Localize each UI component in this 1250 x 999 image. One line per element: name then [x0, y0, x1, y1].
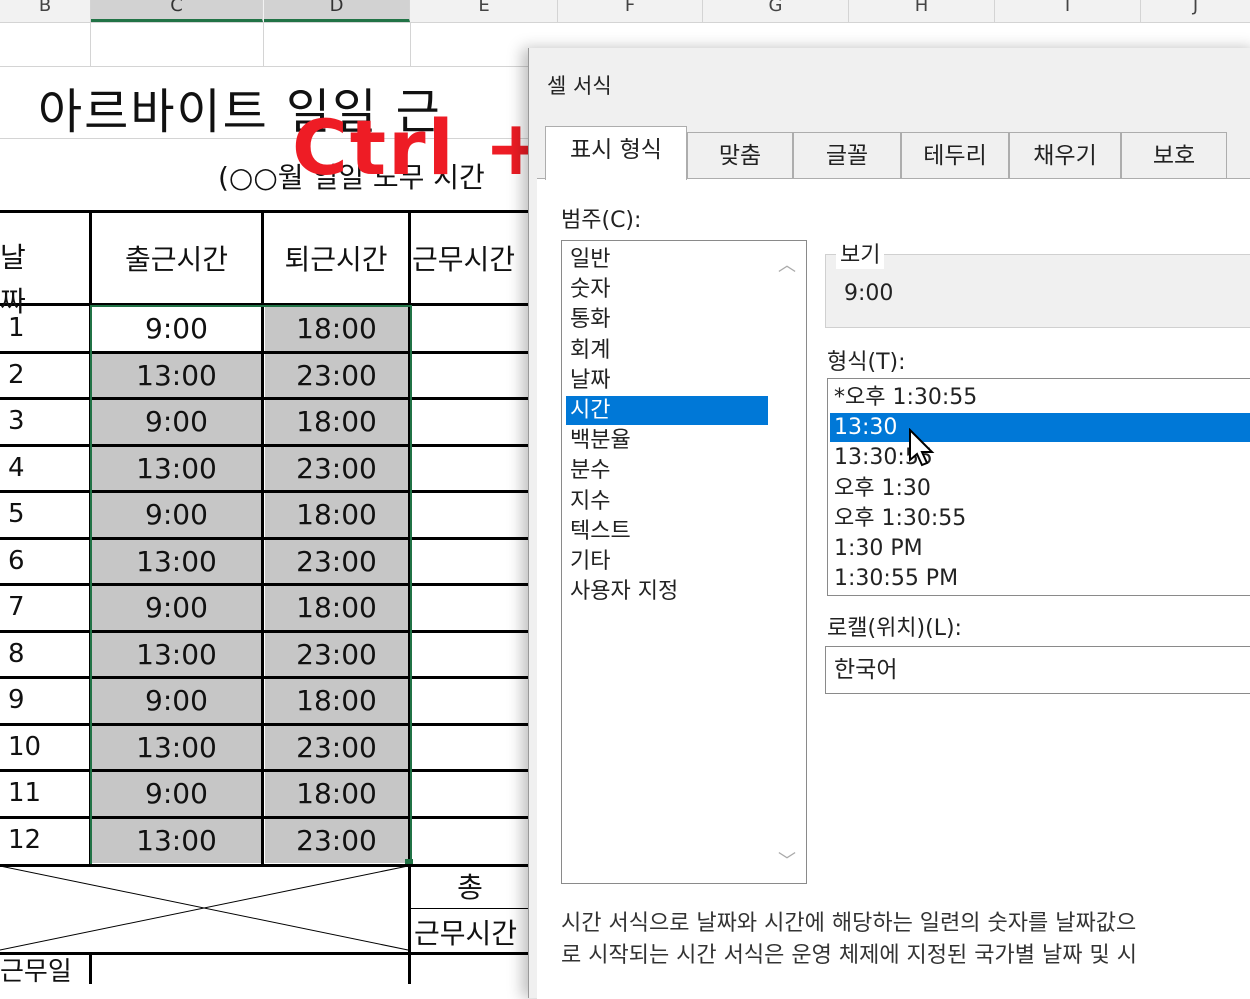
description-line: 로 시작되는 시간 서식은 운영 체제에 지정된 국가별 날짜 및 시	[561, 943, 1137, 968]
diagonal-cross	[0, 866, 409, 951]
row-day-number[interactable]: 10	[8, 725, 41, 769]
row-day-number[interactable]: 5	[8, 492, 25, 536]
column-header-d[interactable]: D	[264, 0, 410, 22]
grid-line	[410, 22, 411, 66]
category-item[interactable]: 날짜	[566, 366, 774, 395]
category-item[interactable]: 통화	[566, 305, 774, 334]
column-header-bar: B C D E F G H I J	[0, 0, 1250, 23]
tab-protection[interactable]: 보호	[1121, 132, 1227, 178]
format-item[interactable]: *오후 1:30:55	[830, 383, 1250, 412]
row-day-number[interactable]: 4	[8, 446, 25, 490]
column-header-g[interactable]: G	[703, 0, 849, 22]
header-end-time[interactable]: 퇴근시간	[264, 238, 408, 282]
grid-line	[263, 22, 264, 66]
format-item[interactable]: 오후 1:30	[830, 474, 1250, 503]
description-text: 시간 서식으로 날짜와 시간에 해당하는 일련의 숫자를 날짜값으 로 시작되는…	[561, 908, 1250, 972]
category-item[interactable]: 시간	[566, 396, 774, 425]
mouse-cursor-icon	[907, 427, 937, 472]
preview-group: 보기 9:00	[825, 237, 1250, 328]
preview-label: 보기	[836, 237, 885, 269]
header-work-time[interactable]: 근무시간	[412, 238, 532, 282]
format-item[interactable]: 13:30:55	[830, 443, 1250, 472]
grid-line	[0, 66, 530, 67]
category-item[interactable]: 일반	[566, 245, 774, 274]
row-day-number[interactable]: 11	[8, 771, 41, 815]
tab-fill[interactable]: 채우기	[1009, 132, 1121, 178]
row-day-number[interactable]: 7	[8, 585, 25, 629]
grid-line	[90, 22, 91, 66]
column-header-e[interactable]: E	[411, 0, 558, 22]
dialog-title: 셀 서식	[547, 74, 612, 98]
format-item[interactable]: 1:30 PM	[830, 534, 1250, 563]
category-item[interactable]: 사용자 지정	[566, 577, 774, 606]
total-label[interactable]: 총	[410, 866, 530, 910]
preview-value: 9:00	[844, 281, 894, 306]
tab-font[interactable]: 글꼴	[793, 132, 901, 178]
format-cells-dialog: 셀 서식 표시 형식 맞춤 글꼴 테두리 채우기 보호 범주(C): 일반 숫자 통…	[528, 48, 1250, 999]
category-list[interactable]: 일반 숫자 통화 회계 날짜 시간 백분율 분수 지수 텍스트 기타 사용자 지정 ︿ ﹀	[561, 240, 807, 884]
locale-dropdown[interactable]: 한국어	[825, 646, 1250, 694]
format-item[interactable]: 13:30	[830, 413, 1250, 443]
tab-alignment[interactable]: 맞춤	[687, 132, 793, 178]
format-list[interactable]: *오후 1:30:55 13:30 13:30:55 오후 1:30 오후 1:30:5…	[827, 378, 1250, 596]
row-day-number[interactable]: 9	[8, 678, 25, 722]
row-day-number[interactable]: 3	[8, 399, 25, 443]
scroll-up-icon[interactable]: ︿	[778, 251, 796, 277]
tab-number[interactable]: 표시 형식	[545, 126, 687, 180]
table-border	[410, 908, 530, 909]
scroll-down-icon[interactable]: ﹀	[778, 847, 796, 873]
row-day-number[interactable]: 8	[8, 632, 25, 676]
row-day-number[interactable]: 6	[8, 539, 25, 583]
category-item[interactable]: 백분율	[566, 426, 774, 455]
column-header-f[interactable]: F	[558, 0, 703, 22]
description-line: 시간 서식으로 날짜와 시간에 해당하는 일련의 숫자를 날짜값으	[561, 911, 1137, 936]
work-days-label[interactable]: 근무일	[0, 950, 90, 994]
category-scrollbar[interactable]: ︿ ﹀	[768, 241, 806, 883]
column-header-c[interactable]: C	[91, 0, 263, 22]
category-item[interactable]: 텍스트	[566, 517, 774, 546]
row-day-number[interactable]: 2	[8, 353, 25, 397]
format-item[interactable]: 1:30:55 PM	[830, 564, 1250, 593]
row-day-number[interactable]: 12	[8, 818, 41, 862]
category-label: 범주(C):	[561, 208, 642, 233]
category-item[interactable]: 지수	[566, 487, 774, 516]
header-start-time[interactable]: 출근시간	[92, 238, 261, 282]
format-label: 형식(T):	[827, 350, 906, 375]
locale-label: 로캘(위치)(L):	[827, 616, 962, 641]
category-item[interactable]: 기타	[566, 547, 774, 576]
row-day-number[interactable]: 1	[8, 306, 25, 350]
category-item[interactable]: 분수	[566, 456, 774, 485]
column-header-b[interactable]: B	[0, 0, 91, 22]
selection-range	[90, 305, 412, 867]
column-header-j[interactable]: J	[1141, 0, 1250, 22]
table-border	[0, 210, 530, 213]
column-header-h[interactable]: H	[849, 0, 995, 22]
tab-border[interactable]: 테두리	[901, 132, 1009, 178]
total-work-time-label[interactable]: 근무시간	[414, 912, 534, 956]
format-item[interactable]: 오후 1:30:55	[830, 504, 1250, 533]
category-item[interactable]: 숫자	[566, 275, 774, 304]
column-header-i[interactable]: I	[995, 0, 1141, 22]
category-item[interactable]: 회계	[566, 336, 774, 365]
